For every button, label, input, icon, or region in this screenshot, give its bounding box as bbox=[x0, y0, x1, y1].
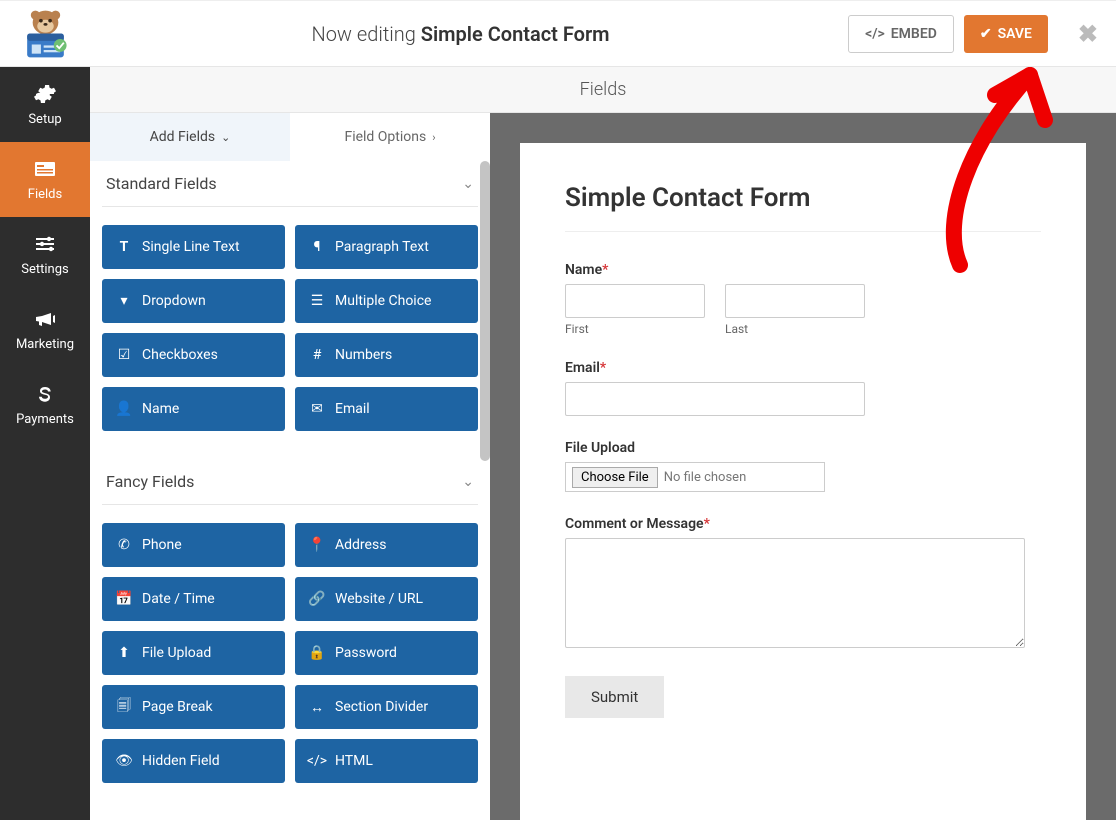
tab-add-fields[interactable]: Add Fields ⌄ bbox=[90, 113, 290, 161]
fields-panel: Add Fields ⌄ Field Options › Standard Fi… bbox=[90, 113, 490, 820]
arrows-h-icon: ↔ bbox=[309, 699, 325, 716]
field-html[interactable]: </>HTML bbox=[295, 739, 478, 783]
lock-icon: 🔒 bbox=[309, 645, 325, 661]
field-email-row[interactable]: Email* bbox=[565, 360, 1041, 416]
calendar-icon: 📅 bbox=[116, 591, 132, 607]
tab-field-options[interactable]: Field Options › bbox=[290, 113, 490, 161]
field-comment-row[interactable]: Comment or Message* bbox=[565, 516, 1041, 652]
phone-icon: ✆ bbox=[116, 537, 132, 553]
sidenav-item-setup[interactable]: Setup bbox=[0, 67, 90, 142]
sidenav-item-marketing[interactable]: Marketing bbox=[0, 292, 90, 367]
code-icon: </> bbox=[309, 753, 325, 769]
envelope-icon: ✉ bbox=[309, 401, 325, 417]
choose-file-button[interactable]: Choose File bbox=[572, 467, 658, 488]
field-checkboxes[interactable]: ☑Checkboxes bbox=[102, 333, 285, 377]
subheader: Fields bbox=[90, 67, 1116, 113]
last-name-input[interactable] bbox=[725, 284, 865, 318]
field-phone[interactable]: ✆Phone bbox=[102, 523, 285, 567]
top-bar: Now editing Simple Contact Form </> EMBE… bbox=[0, 0, 1116, 67]
form-title: Simple Contact Form bbox=[565, 183, 1041, 232]
file-label: File Upload bbox=[565, 440, 1041, 456]
page-title: Now editing Simple Contact Form bbox=[73, 22, 848, 46]
paragraph-icon: ¶ bbox=[309, 239, 325, 255]
marker-icon: 📍 bbox=[309, 537, 325, 553]
section-standard-fields[interactable]: Standard Fields ⌄ bbox=[102, 161, 478, 207]
scrollbar[interactable] bbox=[480, 161, 490, 461]
field-file-upload[interactable]: ⬆File Upload bbox=[102, 631, 285, 675]
hash-icon: # bbox=[309, 347, 325, 363]
check-square-icon: ☑ bbox=[116, 347, 132, 363]
field-name[interactable]: 👤Name bbox=[102, 387, 285, 431]
field-page-break[interactable]: 🗐Page Break bbox=[102, 685, 285, 729]
first-name-input[interactable] bbox=[565, 284, 705, 318]
eye-slash-icon: 👁 bbox=[116, 753, 132, 769]
gear-icon bbox=[33, 82, 57, 106]
comment-label: Comment or Message* bbox=[565, 516, 1041, 532]
field-single-line-text[interactable]: TSingle Line Text bbox=[102, 225, 285, 269]
user-icon: 👤 bbox=[116, 401, 132, 417]
field-multiple-choice[interactable]: ☰Multiple Choice bbox=[295, 279, 478, 323]
caret-square-icon: ▾ bbox=[116, 293, 132, 309]
dollar-icon bbox=[33, 382, 57, 406]
chevron-down-icon: ⌄ bbox=[462, 474, 474, 490]
field-file-row[interactable]: File Upload Choose File No file chosen bbox=[565, 440, 1041, 492]
section-fancy-fields[interactable]: Fancy Fields ⌄ bbox=[102, 459, 478, 505]
sidenav-item-fields[interactable]: Fields bbox=[0, 142, 90, 217]
sliders-icon bbox=[33, 232, 57, 256]
field-website-url[interactable]: 🔗Website / URL bbox=[295, 577, 478, 621]
list-icon: ☰ bbox=[309, 293, 325, 309]
last-sublabel: Last bbox=[725, 322, 865, 336]
close-icon[interactable]: ✖ bbox=[1078, 20, 1098, 48]
sidenav-item-settings[interactable]: Settings bbox=[0, 217, 90, 292]
app-logo bbox=[18, 6, 73, 61]
name-label: Name* bbox=[565, 262, 1041, 278]
field-numbers[interactable]: #Numbers bbox=[295, 333, 478, 377]
field-password[interactable]: 🔒Password bbox=[295, 631, 478, 675]
form-preview: Simple Contact Form Name* First Last bbox=[520, 143, 1086, 820]
save-button[interactable]: ✔ SAVE bbox=[964, 15, 1048, 53]
submit-button[interactable]: Submit bbox=[565, 676, 664, 718]
field-email[interactable]: ✉Email bbox=[295, 387, 478, 431]
link-icon: 🔗 bbox=[309, 591, 325, 607]
field-address[interactable]: 📍Address bbox=[295, 523, 478, 567]
field-date-time[interactable]: 📅Date / Time bbox=[102, 577, 285, 621]
first-sublabel: First bbox=[565, 322, 705, 336]
file-status: No file chosen bbox=[664, 470, 747, 485]
chevron-down-icon: ⌄ bbox=[462, 176, 474, 192]
email-label: Email* bbox=[565, 360, 1041, 376]
check-icon: ✔ bbox=[980, 26, 992, 42]
code-icon: </> bbox=[865, 26, 885, 42]
field-paragraph-text[interactable]: ¶Paragraph Text bbox=[295, 225, 478, 269]
field-hidden-field[interactable]: 👁Hidden Field bbox=[102, 739, 285, 783]
chevron-right-icon: › bbox=[432, 131, 435, 144]
comment-textarea[interactable] bbox=[565, 538, 1025, 648]
field-section-divider[interactable]: ↔Section Divider bbox=[295, 685, 478, 729]
preview-area: Simple Contact Form Name* First Last bbox=[490, 113, 1116, 820]
upload-icon: ⬆ bbox=[116, 645, 132, 661]
email-input[interactable] bbox=[565, 382, 865, 416]
bullhorn-icon bbox=[33, 307, 57, 331]
form-icon bbox=[33, 157, 57, 181]
chevron-down-icon: ⌄ bbox=[221, 131, 230, 144]
side-nav: Setup Fields Settings Marketing Payments bbox=[0, 67, 90, 820]
field-dropdown[interactable]: ▾Dropdown bbox=[102, 279, 285, 323]
embed-button[interactable]: </> EMBED bbox=[848, 15, 954, 53]
top-actions: </> EMBED ✔ SAVE ✖ bbox=[848, 15, 1098, 53]
sidenav-item-payments[interactable]: Payments bbox=[0, 367, 90, 442]
files-icon: 🗐 bbox=[116, 695, 132, 719]
field-name-row[interactable]: Name* First Last bbox=[565, 262, 1041, 336]
text-icon: T bbox=[116, 239, 132, 255]
